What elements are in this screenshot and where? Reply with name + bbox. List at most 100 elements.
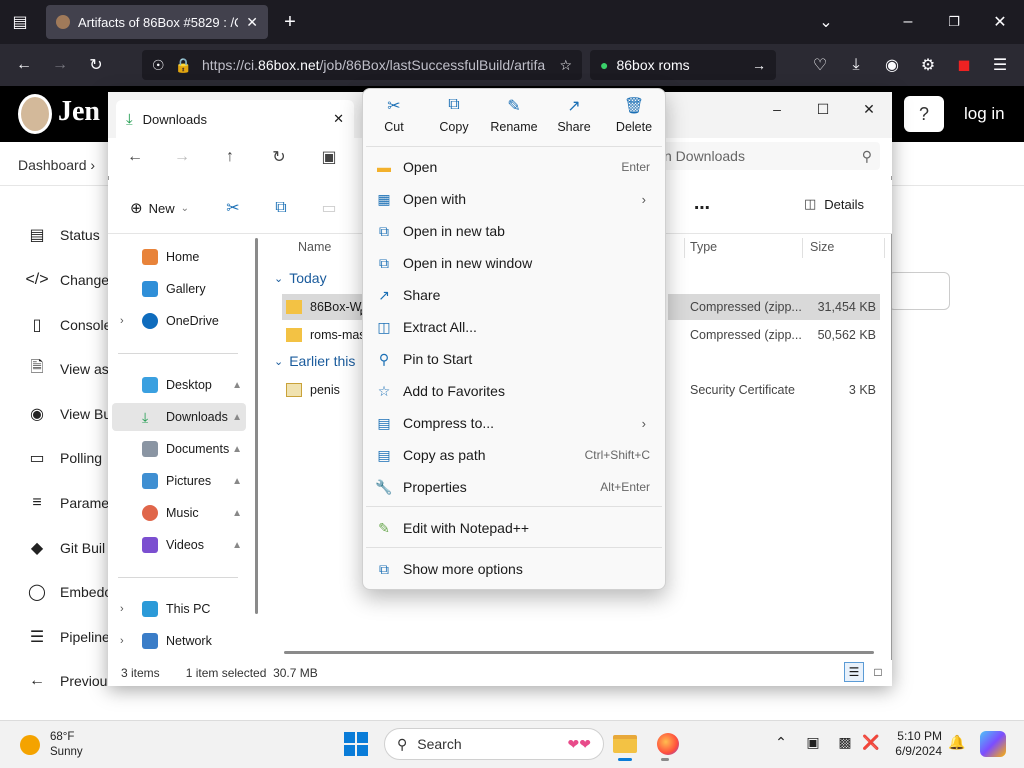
back-icon[interactable]: ←	[10, 51, 38, 79]
column-divider[interactable]	[802, 238, 803, 258]
pocket-icon[interactable]: ♡	[806, 51, 834, 79]
tab-list-icon[interactable]: ▤	[6, 8, 34, 36]
bookmark-star-icon[interactable]: ☆	[559, 57, 572, 74]
restore-icon[interactable]: ❐	[940, 8, 968, 36]
menu-item-open-new-window[interactable]: ⧉ Open in new window	[370, 247, 660, 279]
nav-music[interactable]: Music ▲	[112, 499, 246, 527]
sound-muted-icon[interactable]: ❌	[860, 734, 882, 751]
nav-onedrive[interactable]: › OneDrive	[112, 307, 246, 335]
explorer-close-icon[interactable]: ✕	[846, 96, 892, 122]
chevron-right-icon[interactable]: ›	[120, 315, 124, 327]
menu-item-open[interactable]: ▬ Open Enter	[370, 151, 660, 183]
explorer-forward-icon[interactable]: →	[168, 144, 196, 170]
more-icon[interactable]: ⋯	[688, 196, 716, 220]
login-link[interactable]: log in	[964, 104, 1005, 124]
explorer-search-input[interactable]: n Downloads ⚲	[656, 142, 880, 170]
new-tab-icon[interactable]: +	[276, 8, 304, 36]
jenkins-side-polling[interactable]: ▭ Polling	[26, 447, 116, 469]
chevron-right-icon[interactable]: ›	[120, 635, 124, 647]
group-today[interactable]: ⌄ Today	[274, 270, 327, 286]
shield-icon[interactable]: ☉	[152, 57, 165, 74]
weather-widget[interactable]: 68°F Sunny	[20, 730, 83, 760]
extensions-icon[interactable]: ⚙	[914, 51, 942, 79]
jenkins-side-status[interactable]: ▤ Status	[26, 224, 116, 246]
column-type[interactable]: Type	[690, 240, 717, 254]
nav-documents[interactable]: Documents ▲	[112, 435, 246, 463]
cut-icon[interactable]: ✂	[219, 196, 247, 220]
details-view-icon[interactable]: ☰	[844, 662, 864, 682]
explorer-refresh-icon[interactable]: ↻	[265, 144, 293, 170]
nav-this-pc[interactable]: › This PC	[112, 595, 246, 623]
start-button-icon[interactable]	[344, 732, 368, 756]
explorer-up-icon[interactable]: ↑	[216, 144, 244, 170]
minimize-icon[interactable]: –	[894, 8, 922, 36]
chevron-down-icon[interactable]: ⌄	[812, 8, 840, 36]
jenkins-side-view-as[interactable]: 🗎 View as	[26, 358, 116, 380]
nav-gallery[interactable]: Gallery	[112, 275, 246, 303]
jenkins-side-view-build[interactable]: ◉ View Bu	[26, 403, 116, 425]
menu-item-extract-all[interactable]: ◫ Extract All...	[370, 311, 660, 343]
taskbar-clock[interactable]: 5:10 PM 6/9/2024	[888, 729, 942, 759]
horizontal-scrollbar[interactable]	[284, 651, 874, 654]
explorer-maximize-icon[interactable]: ☐	[800, 96, 846, 122]
explorer-monitor-icon[interactable]: ▣	[315, 144, 343, 170]
account-icon[interactable]: ◉	[878, 51, 906, 79]
ctx-delete-button[interactable]: 🗑 Delete	[604, 96, 664, 142]
jenkins-side-embedded[interactable]: ◯ Embedo	[26, 581, 116, 603]
paste-icon[interactable]: ▭	[315, 196, 343, 220]
tray-app-icon[interactable]: ▩	[834, 734, 856, 751]
jenkins-side-changes[interactable]: </> Change	[25, 269, 116, 291]
nav-network[interactable]: › Network	[112, 627, 246, 655]
menu-item-add-to-favorites[interactable]: ☆ Add to Favorites	[370, 375, 660, 407]
chevron-right-icon[interactable]: ›	[120, 603, 124, 615]
ublock-icon[interactable]: ◼	[950, 51, 978, 79]
menu-item-pin-to-start[interactable]: ⚲ Pin to Start	[370, 343, 660, 375]
jenkins-side-pipeline[interactable]: ☰ Pipeline	[26, 626, 116, 648]
jenkins-side-console[interactable]: ▯ Console	[26, 314, 116, 336]
nav-downloads[interactable]: ⤓ Downloads ▲	[112, 403, 246, 431]
column-name[interactable]: Name	[298, 240, 331, 254]
ctx-rename-button[interactable]: ✎ Rename	[484, 96, 544, 142]
notification-bell-icon[interactable]: 🔔	[946, 734, 968, 751]
details-button[interactable]: ◫ Details	[804, 196, 864, 212]
lock-icon[interactable]: 🔒	[175, 57, 192, 74]
column-divider[interactable]	[884, 238, 885, 258]
ctx-share-button[interactable]: ↗ Share	[544, 96, 604, 142]
column-divider[interactable]	[684, 238, 685, 258]
tiles-view-icon[interactable]: □	[868, 662, 888, 682]
jenkins-brand[interactable]: Jen	[58, 96, 100, 128]
menu-item-notepad-plus-plus[interactable]: ✎ Edit with Notepad++	[370, 512, 660, 544]
forward-icon[interactable]: →	[46, 51, 74, 79]
close-tab-icon[interactable]: ✕	[333, 111, 344, 127]
copy-icon[interactable]: ⧉	[267, 196, 295, 220]
menu-item-compress-to[interactable]: ▤ Compress to... ›	[370, 407, 660, 439]
show-hidden-icons-icon[interactable]: ⌃	[770, 734, 792, 751]
firefox-taskbar-icon[interactable]	[652, 730, 684, 758]
go-arrow-icon[interactable]: →	[752, 57, 766, 73]
web-search-bar[interactable]: ● 86box roms →	[590, 50, 776, 80]
ctx-cut-button[interactable]: ✂ Cut	[364, 96, 424, 142]
network-off-icon[interactable]: ▣	[802, 734, 824, 751]
nav-scrollbar[interactable]	[255, 238, 258, 614]
explorer-tab-downloads[interactable]: ⤓ Downloads ✕	[116, 100, 354, 138]
menu-item-copy-as-path[interactable]: ▤ Copy as path Ctrl+Shift+C	[370, 439, 660, 471]
reload-icon[interactable]: ↻	[82, 51, 110, 79]
copilot-icon[interactable]	[980, 731, 1006, 757]
jenkins-side-git-build[interactable]: ◆ Git Buil	[26, 537, 116, 559]
close-icon[interactable]: ✕	[986, 8, 1014, 36]
jenkins-filter-input[interactable]	[888, 272, 950, 310]
explorer-back-icon[interactable]: ←	[121, 144, 149, 170]
nav-videos[interactable]: Videos ▲	[112, 531, 246, 559]
close-tab-icon[interactable]: ✕	[246, 14, 258, 31]
nav-pictures[interactable]: Pictures ▲	[112, 467, 246, 495]
menu-icon[interactable]: ☰	[986, 51, 1014, 79]
browser-tab[interactable]: Artifacts of 86Box #5829 : /Old ✕	[46, 5, 268, 39]
group-earlier[interactable]: ⌄ Earlier this	[274, 353, 355, 369]
menu-item-open-new-tab[interactable]: ⧉ Open in new tab	[370, 215, 660, 247]
taskbar-search[interactable]: ⚲ Search ❤❤	[384, 728, 604, 760]
jenkins-side-parameters[interactable]: ≡ Parame	[26, 492, 116, 514]
file-explorer-taskbar-icon[interactable]	[609, 730, 641, 758]
menu-item-open-with[interactable]: ▦ Open with ›	[370, 183, 660, 215]
menu-item-show-more-options[interactable]: ⧉ Show more options	[370, 553, 660, 585]
breadcrumb-dashboard[interactable]: Dashboard ›	[18, 157, 95, 173]
